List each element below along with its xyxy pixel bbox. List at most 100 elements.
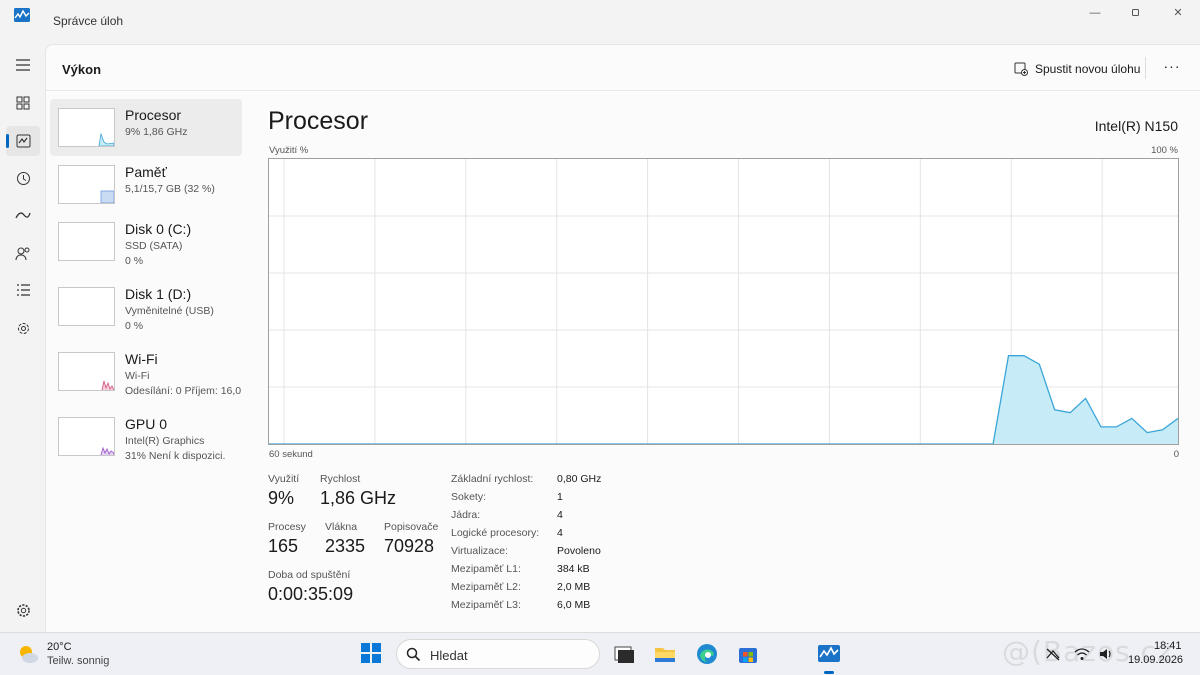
- close-button[interactable]: ✕: [1158, 2, 1198, 24]
- taskbar: 20°C Teilw. sonnig Hledat @(Bazos.cz 18:…: [0, 632, 1200, 675]
- wifi-icon[interactable]: [1074, 646, 1090, 662]
- nav-details[interactable]: [6, 275, 40, 305]
- navigation-rail: [0, 44, 45, 632]
- restore-button[interactable]: [1115, 2, 1155, 24]
- perf-item-detail: 9% 1,86 GHz: [125, 126, 188, 138]
- nav-performance[interactable]: [6, 126, 40, 156]
- startup-apps-icon: [15, 212, 31, 219]
- graph-y-label: Využití %: [269, 145, 309, 156]
- close-icon: ✕: [1173, 7, 1183, 19]
- users-icon: [15, 247, 30, 260]
- perf-item-detail-2: 0 %: [125, 320, 144, 332]
- nav-services[interactable]: [6, 313, 40, 343]
- perf-item-disk-1[interactable]: Disk 1 (D:) Vyměnitelné (USB) 0 %: [50, 278, 242, 335]
- spec-key: Virtualizace:: [451, 545, 509, 557]
- app-history-icon: [16, 171, 30, 185]
- header-divider: [1145, 57, 1146, 79]
- cpu-title: Procesor: [268, 107, 369, 135]
- edge-icon[interactable]: [695, 642, 719, 666]
- threads-value: 2335: [325, 536, 366, 556]
- spec-key: Základní rychlost:: [451, 473, 534, 485]
- cpu-thumbnail: [58, 108, 115, 147]
- services-icon: [17, 322, 29, 334]
- network-off-icon[interactable]: [1045, 646, 1061, 662]
- task-manager-icon: [14, 8, 30, 22]
- processes-icon: [16, 96, 30, 110]
- spec-value: Povoleno: [557, 545, 601, 557]
- taskbar-search[interactable]: Hledat: [396, 639, 600, 669]
- perf-item-name: Disk 1 (D:): [125, 286, 192, 302]
- disk-1-thumbnail: [58, 287, 115, 326]
- title-bar: Správce úloh — ✕: [0, 0, 1200, 44]
- perf-item-name: GPU 0: [125, 416, 168, 432]
- minimize-button[interactable]: —: [1075, 2, 1115, 24]
- perf-item-name: Wi-Fi: [125, 351, 158, 367]
- settings-button[interactable]: [9, 597, 37, 623]
- details-icon: [16, 284, 30, 296]
- perf-item-wifi[interactable]: Wi-Fi Wi-Fi Odesílání: 0 Příjem: 16,0: [50, 343, 242, 400]
- nav-app-history[interactable]: [6, 163, 40, 193]
- spec-value: 4: [557, 527, 563, 539]
- perf-item-disk-0[interactable]: Disk 0 (C:) SSD (SATA) 0 %: [50, 213, 242, 270]
- partly-sunny-icon: [20, 646, 38, 663]
- spec-value: 384 kB: [557, 563, 590, 575]
- speed-value: 1,86 GHz: [320, 488, 397, 508]
- utilization-label: Využití: [268, 473, 300, 485]
- spec-value: 4: [557, 509, 563, 521]
- nav-processes[interactable]: [6, 88, 40, 118]
- weather-description: Teilw. sonnig: [47, 655, 110, 667]
- run-new-task-button[interactable]: Spustit novou úlohu: [1014, 58, 1140, 80]
- perf-item-memory[interactable]: Paměť 5,1/15,7 GB (32 %): [50, 156, 242, 213]
- nav-startup-apps[interactable]: [6, 200, 40, 230]
- gear-icon: [16, 603, 30, 617]
- uptime-value: 0:00:35:09: [268, 584, 354, 604]
- spec-key: Mezipaměť L1:: [451, 563, 521, 575]
- store-icon[interactable]: [736, 642, 760, 666]
- perf-item-detail: SSD (SATA): [125, 240, 183, 252]
- active-app-indicator: [824, 671, 834, 674]
- spec-value: 0,80 GHz: [557, 473, 602, 485]
- page-header: Výkon Spustit novou úlohu ···: [46, 45, 1200, 91]
- perf-item-gpu[interactable]: GPU 0 Intel(R) Graphics 31% Není k dispo…: [50, 408, 242, 465]
- new-task-icon: [1014, 62, 1028, 76]
- spec-key: Jádra:: [451, 509, 481, 521]
- perf-item-name: Paměť: [125, 164, 167, 180]
- hamburger-menu-button[interactable]: [6, 50, 40, 80]
- spec-value: 2,0 MB: [557, 581, 591, 593]
- page-title: Výkon: [62, 62, 102, 77]
- perf-item-detail: Vyměnitelné (USB): [125, 305, 214, 317]
- graph-x-right-label: 0: [1173, 449, 1179, 460]
- clock-time[interactable]: 18:41: [1154, 640, 1182, 652]
- perf-item-detail-2: 31% Není k dispozici.: [125, 450, 226, 462]
- terminal-icon[interactable]: [612, 642, 636, 666]
- cpu-usage-area: [269, 355, 1178, 444]
- cpu-graph-svg: [269, 159, 1178, 444]
- spec-key: Mezipaměť L3:: [451, 599, 521, 611]
- spec-value: 1: [557, 491, 563, 503]
- nav-users[interactable]: [6, 238, 40, 268]
- restore-icon: [1131, 9, 1139, 16]
- handles-label: Popisovače: [384, 521, 439, 533]
- minimize-icon: —: [1089, 7, 1101, 19]
- graph-x-left-label: 60 sekund: [269, 449, 313, 460]
- search-placeholder: Hledat: [430, 648, 468, 663]
- main-content: Výkon Spustit novou úlohu ··· Procesor 9…: [45, 44, 1200, 632]
- hamburger-menu-icon: [16, 59, 30, 71]
- spec-key: Sokety:: [451, 491, 487, 503]
- more-options-button[interactable]: ···: [1158, 57, 1186, 79]
- perf-item-cpu[interactable]: Procesor 9% 1,86 GHz: [50, 99, 242, 156]
- clock-date[interactable]: 19.09.2026: [1128, 654, 1183, 666]
- perf-item-name: Procesor: [125, 107, 182, 123]
- perf-item-detail-2: Odesílání: 0 Příjem: 16,0: [125, 385, 242, 397]
- spec-key: Logické procesory:: [451, 527, 540, 539]
- volume-icon[interactable]: [1098, 646, 1114, 662]
- gpu-thumbnail: [58, 417, 115, 456]
- handles-value: 70928: [384, 536, 435, 556]
- uptime-label: Doba od spuštění: [268, 569, 351, 581]
- file-explorer-icon[interactable]: [653, 642, 677, 666]
- start-icon[interactable]: [360, 642, 382, 664]
- task-manager-icon[interactable]: [817, 642, 841, 666]
- spec-value: 6,0 MB: [557, 599, 591, 611]
- processes-label: Procesy: [268, 521, 306, 533]
- search-icon: [406, 647, 421, 662]
